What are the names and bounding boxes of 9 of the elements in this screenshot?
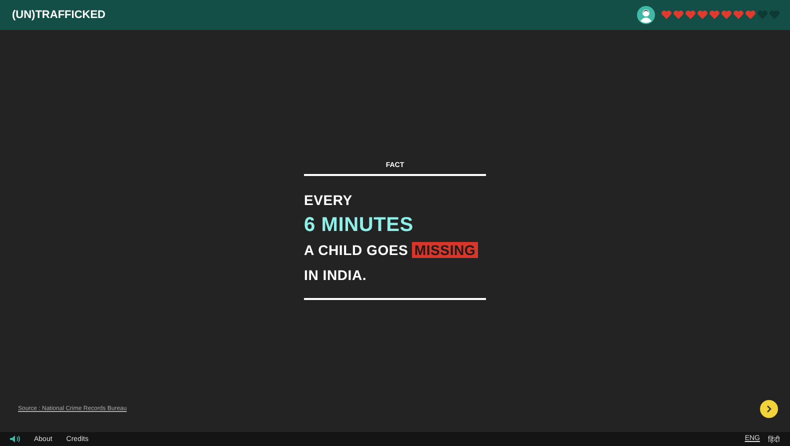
chevron-right-icon (765, 405, 773, 413)
fact-text: 6 MINUTES (304, 213, 414, 238)
next-button[interactable] (760, 400, 778, 418)
speaker-icon[interactable] (10, 435, 20, 443)
fact-text: EVERY (304, 191, 354, 210)
fact-text: A CHILD GOES MISSING (304, 241, 479, 260)
fact-text: IN INDIA. (304, 266, 368, 285)
avatar-icon[interactable] (637, 6, 655, 24)
app-logo: (UN)TRAFFICKED (12, 9, 106, 21)
